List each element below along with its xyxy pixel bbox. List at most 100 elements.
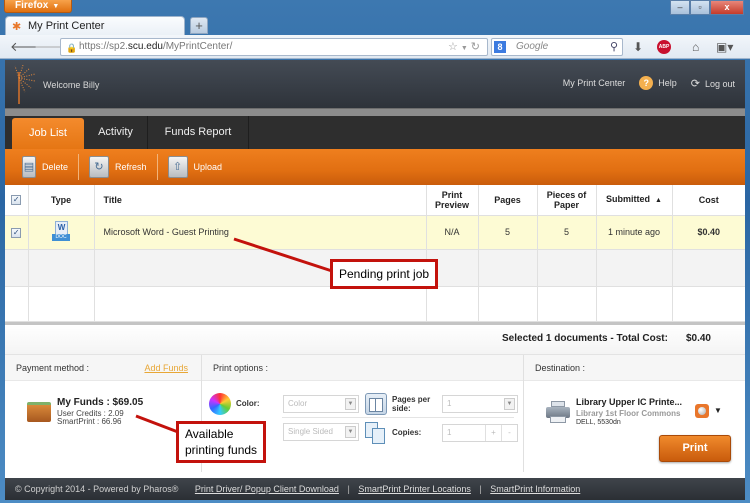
color-select[interactable]: Color ▼ <box>283 394 359 413</box>
refresh-button[interactable]: ↻ Refresh <box>85 154 158 180</box>
row-select-cell: ✓ <box>5 215 29 250</box>
funds-total: My Funds : $69.05 <box>57 396 144 408</box>
upload-button[interactable]: ⇧ Upload <box>164 154 233 180</box>
header-divider <box>5 108 745 116</box>
cost-cell: $0.40 <box>672 215 745 250</box>
chevron-down-icon[interactable]: ▼ <box>345 425 356 438</box>
search-icon[interactable]: ⚲ <box>610 39 618 55</box>
chevron-down-icon[interactable]: ▼ <box>345 397 356 410</box>
row-checkbox[interactable]: ✓ <box>11 227 22 238</box>
print-panels: Payment method : Add Funds My Funds : $6… <box>5 353 745 472</box>
wallet-icon <box>27 401 51 422</box>
column-type[interactable]: Type <box>28 185 95 216</box>
help-link[interactable]: ? Help <box>639 76 677 90</box>
pages-per-side-select[interactable]: 1 ▼ <box>442 394 518 413</box>
column-pages[interactable]: Pages <box>478 185 538 216</box>
new-tab-button[interactable]: + <box>190 17 208 34</box>
footer-separator: | <box>479 484 482 494</box>
browser-tab[interactable]: ✱ My Print Center <box>5 16 185 36</box>
copies-icon <box>365 421 387 444</box>
app-header: Welcome Billy My Print Center ? Help ⟳ Log… <box>5 60 745 108</box>
firefox-menu-label: Firefox <box>15 0 49 11</box>
smartprint-info-link[interactable]: SmartPrint Information <box>490 484 580 494</box>
tab-job-list[interactable]: Job List <box>12 118 84 149</box>
pages-per-side-label: Pages per side: <box>392 394 431 413</box>
table-header-row: ✓ Type Title Print Preview Pages Pieces o… <box>5 185 745 216</box>
options-divider <box>282 416 514 418</box>
printer-name: Library Upper IC Printe... <box>576 396 683 407</box>
pending-job-callout-text: Pending print job <box>339 267 430 281</box>
search-placeholder: Google <box>516 41 549 52</box>
duplex-select[interactable]: Single Sided ▼ <box>283 422 359 441</box>
downloads-icon[interactable]: ⬇ <box>633 40 643 54</box>
title-cell: Microsoft Word - Guest Printing <box>94 215 427 250</box>
payment-header-label: Payment method : <box>16 362 90 373</box>
funds-callout-line2: printing funds <box>185 443 258 457</box>
close-window-button[interactable]: x <box>710 0 744 15</box>
google-engine-icon[interactable]: 8 <box>494 41 506 53</box>
column-pieces-of-paper[interactable]: Pieces of Paper <box>537 185 597 216</box>
color-label: Color: <box>236 399 260 408</box>
destination-header: Destination : <box>524 354 745 381</box>
tab-title: My Print Center <box>28 20 105 32</box>
footer-separator: | <box>347 484 350 494</box>
pages-per-side-option: Pages per side: 1 ▼ <box>365 392 518 415</box>
tab-funds-report[interactable]: Funds Report <box>148 116 249 149</box>
logout-icon: ⟳ <box>690 77 700 90</box>
maximize-button[interactable]: ▫ <box>690 0 710 15</box>
url-path: /MyPrintCenter/ <box>162 41 233 52</box>
table-row[interactable]: ✓ W DOC Microsoft Word - Guest Printing N… <box>5 215 745 250</box>
color-option: Color: Color ▼ <box>209 392 359 415</box>
destination-panel: Destination : Library Upper IC Printe...… <box>524 354 745 472</box>
pages-per-side-value: 1 <box>447 398 452 408</box>
add-funds-link[interactable]: Add Funds <box>144 355 188 381</box>
chevron-down-icon[interactable]: ▼ <box>504 397 515 410</box>
delete-button[interactable]: ▤ Delete <box>18 154 80 180</box>
printer-locations-link[interactable]: SmartPrint Printer Locations <box>358 484 471 494</box>
printer-dropdown-icon[interactable]: ▼ <box>714 406 722 415</box>
copies-input[interactable]: 1 + - <box>442 423 518 442</box>
pharos-logo-icon <box>14 64 36 104</box>
pending-job-callout: Pending print job <box>330 259 439 289</box>
empty-row <box>5 286 745 322</box>
help-label: Help <box>658 78 677 88</box>
upload-label: Upload <box>193 162 223 172</box>
column-submitted[interactable]: Submitted ▲ <box>596 185 673 216</box>
column-title[interactable]: Title <box>94 185 427 216</box>
home-icon[interactable]: ⌂ <box>692 40 699 54</box>
summary-total: $0.40 <box>685 332 711 344</box>
select-all-checkbox[interactable]: ✓ <box>11 195 22 206</box>
adblock-icon[interactable]: ABP <box>657 40 671 54</box>
history-dropdown-icon[interactable]: ▼ <box>461 45 471 52</box>
navigation-toolbar: 🡐 🡒 🔒 https://sp2.scu.edu/MyPrintCenter/… <box>0 35 750 59</box>
my-print-center-link[interactable]: My Print Center <box>563 78 626 88</box>
bookmark-star-icon[interactable]: ☆ <box>448 41 461 53</box>
color-select-value: Color <box>288 398 308 408</box>
copies-increment-button[interactable]: + <box>485 424 501 441</box>
copies-decrement-button[interactable]: - <box>501 424 517 441</box>
select-all-header[interactable]: ✓ <box>5 185 29 216</box>
column-cost[interactable]: Cost <box>672 185 745 216</box>
printer-model: DELL, 5530dn <box>576 418 621 426</box>
print-button[interactable]: Print <box>659 434 731 462</box>
bookmarks-menu-icon[interactable]: ▣▾ <box>716 40 733 54</box>
tab-activity[interactable]: Activity <box>84 116 148 149</box>
chevron-down-icon: ▼ <box>52 3 60 10</box>
logout-label: Log out <box>704 78 735 89</box>
column-print-preview[interactable]: Print Preview <box>426 185 479 216</box>
print-options-header: Print options : <box>202 354 523 381</box>
search-bar[interactable]: 8 Google ⚲ <box>491 38 623 56</box>
submitted-cell: 1 minute ago <box>596 215 673 250</box>
logout-link[interactable]: ⟳ Log out <box>691 77 735 90</box>
type-cell: W DOC <box>28 215 95 250</box>
window-controls: – ▫ x <box>670 0 744 15</box>
minimize-button[interactable]: – <box>670 0 690 15</box>
driver-download-link[interactable]: Print Driver/ Popup Client Download <box>195 484 339 494</box>
firefox-menu-button[interactable]: Firefox ▼ <box>4 0 72 13</box>
trash-icon: ▤ <box>22 156 36 178</box>
copyright-text: © Copyright 2014 - Powered by Pharos® <box>15 484 179 494</box>
copies-label: Copies: <box>392 428 422 437</box>
reload-icon[interactable]: ↻ <box>471 41 483 53</box>
pieces-cell: 5 <box>537 215 597 250</box>
url-bar[interactable]: 🔒 https://sp2.scu.edu/MyPrintCenter/ ☆▼↻ <box>60 38 488 56</box>
